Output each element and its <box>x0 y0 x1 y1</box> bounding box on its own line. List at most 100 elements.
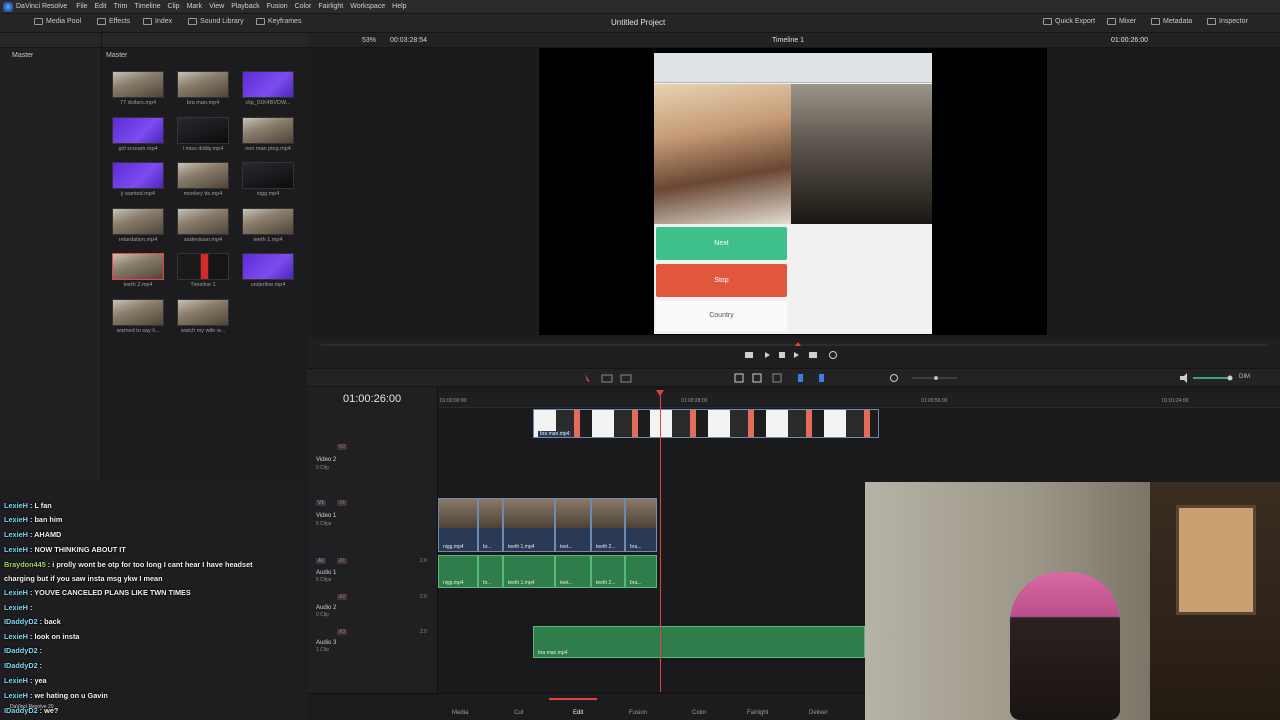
menu-fusion[interactable]: Fusion <box>267 3 288 10</box>
timeline-clip-v1[interactable]: br... <box>478 498 503 552</box>
track-id-v2[interactable]: V2 <box>337 444 348 450</box>
timeline-clip-v1[interactable]: teet... <box>555 498 591 552</box>
menu-mark[interactable]: Mark <box>187 3 203 10</box>
next-button[interactable]: Next <box>656 227 787 260</box>
timeline-clip-v1[interactable]: teeth 2... <box>591 498 625 552</box>
track-id-a3[interactable]: A3 <box>337 629 348 635</box>
menu-timeline[interactable]: Timeline <box>134 3 160 10</box>
timeline-clip-v1[interactable]: bra... <box>625 498 657 552</box>
track-id-v1[interactable]: V1 <box>337 500 348 506</box>
media-clip[interactable]: Timeline 1 <box>177 253 229 288</box>
volume-icon[interactable] <box>1180 373 1187 383</box>
play-icon[interactable] <box>794 352 799 358</box>
menu-trim[interactable]: Trim <box>114 3 128 10</box>
mixer-button[interactable]: Mixer <box>1107 18 1136 25</box>
media-clip[interactable]: sadevisian.mp4 <box>177 207 229 243</box>
page-deliver[interactable]: Deliver <box>809 710 828 716</box>
menu-edit[interactable]: Edit <box>95 3 107 10</box>
metadata-button[interactable]: Metadata <box>1151 18 1192 25</box>
go-last-icon[interactable] <box>809 352 817 358</box>
ruler-mark: 01:00:56:00 <box>921 398 948 404</box>
dim-button[interactable]: DIM <box>1239 374 1250 380</box>
timeline-ruler[interactable]: 01:00:00:00 01:00:28:00 01:00:56:00 01:0… <box>438 392 1280 408</box>
media-clip[interactable]: retardation.mp4 <box>112 207 164 243</box>
timeline-clip-v3[interactable]: bra man.mp4 <box>533 409 879 438</box>
media-clip[interactable]: monkey tts.mp4 <box>177 162 229 197</box>
sound-library-button[interactable]: Sound Library <box>188 18 244 25</box>
link-icon[interactable] <box>752 373 762 383</box>
go-first-icon[interactable] <box>745 352 753 358</box>
media-clip[interactable]: girl scream.mp4 <box>112 116 164 152</box>
clip-name: watch my wife w... <box>180 327 226 334</box>
page-fairlight[interactable]: Fairlight <box>747 710 768 716</box>
timeline-selector[interactable]: Timeline 1 <box>772 37 804 44</box>
viewer-zoom[interactable]: 53% <box>362 37 376 44</box>
flag-icon[interactable] <box>798 374 803 382</box>
clip-name: nigg.mp4 <box>443 580 464 586</box>
media-clip[interactable]: teeth 2.mp4 <box>112 253 164 288</box>
menu-fairlight[interactable]: Fairlight <box>318 3 343 10</box>
media-clip[interactable]: warned to say li... <box>112 298 164 334</box>
timeline-clip-a1[interactable]: teet... <box>555 555 591 588</box>
timeline-playhead[interactable] <box>660 392 661 692</box>
inspector-button[interactable]: Inspector <box>1207 18 1248 25</box>
media-clip[interactable]: i miss diddy.mp4 <box>177 116 229 152</box>
menu-view[interactable]: View <box>209 3 224 10</box>
stop-icon[interactable] <box>779 352 785 358</box>
page-media[interactable]: Media <box>452 710 468 716</box>
country-button[interactable]: Country <box>656 301 787 331</box>
media-clip[interactable]: clip_01K4BVDW... <box>242 71 294 106</box>
media-clip[interactable]: ji wanted.mp4 <box>112 162 164 197</box>
blade-tool-icon[interactable] <box>620 374 632 383</box>
clip-name: nigg.mp4 <box>443 544 464 550</box>
master-bin[interactable]: Master <box>12 52 33 59</box>
media-clip[interactable]: bra man.mp4 <box>177 71 229 106</box>
quick-export-button[interactable]: Quick Export <box>1043 18 1095 25</box>
media-pool-button[interactable]: Media Pool <box>34 18 81 25</box>
menu-help[interactable]: Help <box>392 3 406 10</box>
page-cut[interactable]: Cut <box>514 710 523 716</box>
track-id-a1[interactable]: A1 <box>337 558 348 564</box>
timeline-clip-a1[interactable]: teeth 2... <box>591 555 625 588</box>
stop-button[interactable]: Stop <box>656 264 787 297</box>
timeline-clip-v1[interactable]: teeth 1.mp4 <box>503 498 555 552</box>
source-a1[interactable]: A1 <box>316 558 327 564</box>
transport-svg <box>321 342 1267 359</box>
page-edit[interactable]: Edit <box>573 710 583 716</box>
source-v1[interactable]: V1 <box>316 500 327 506</box>
menu-workspace[interactable]: Workspace <box>350 3 385 10</box>
page-fusion[interactable]: Fusion <box>629 710 647 716</box>
menu-color[interactable]: Color <box>295 3 312 10</box>
rewind-icon[interactable] <box>765 352 770 358</box>
media-clip[interactable]: watch my wife w... <box>177 298 229 334</box>
menu-playback[interactable]: Playback <box>231 3 259 10</box>
media-clip[interactable]: iron man ping.mp4 <box>242 116 294 152</box>
timeline-clip-a3[interactable]: bra man.mp4 <box>533 626 865 658</box>
lock-icon[interactable] <box>772 373 782 383</box>
keyframes-button[interactable]: Keyframes <box>256 18 301 25</box>
media-clip[interactable]: 77 dollars.mp4 <box>112 71 164 106</box>
media-clip[interactable]: nigg.mp4 <box>242 162 294 197</box>
effects-button[interactable]: Effects <box>97 18 130 25</box>
zoom-icon[interactable] <box>890 374 898 382</box>
timeline-clip-a1[interactable]: br... <box>478 555 503 588</box>
timeline-clip-a1[interactable]: nigg.mp4 <box>438 555 478 588</box>
marker-icon[interactable] <box>819 374 824 382</box>
track-id-a2[interactable]: A2 <box>337 594 348 600</box>
selection-tool-icon[interactable] <box>585 374 590 382</box>
loop-icon[interactable] <box>829 351 837 359</box>
timeline-clip-a1[interactable]: bra... <box>625 555 657 588</box>
menu-file[interactable]: File <box>76 3 87 10</box>
timeline-clip-a1[interactable]: teeth 1.mp4 <box>503 555 555 588</box>
media-clip[interactable]: underline.mp4 <box>242 253 294 288</box>
media-clip[interactable]: teeth 1.mp4 <box>242 207 294 243</box>
menu-clip[interactable]: Clip <box>168 3 180 10</box>
timeline-clip-v1[interactable]: nigg.mp4 <box>438 498 478 552</box>
snapping-icon[interactable] <box>734 373 744 383</box>
page-color[interactable]: Color <box>692 710 706 716</box>
zoom-slider-knob[interactable] <box>934 376 938 380</box>
index-button[interactable]: Index <box>143 18 172 25</box>
playhead-cap[interactable] <box>656 390 664 396</box>
trim-tool-icon[interactable] <box>601 374 613 383</box>
volume-slider-knob[interactable] <box>1227 375 1233 381</box>
